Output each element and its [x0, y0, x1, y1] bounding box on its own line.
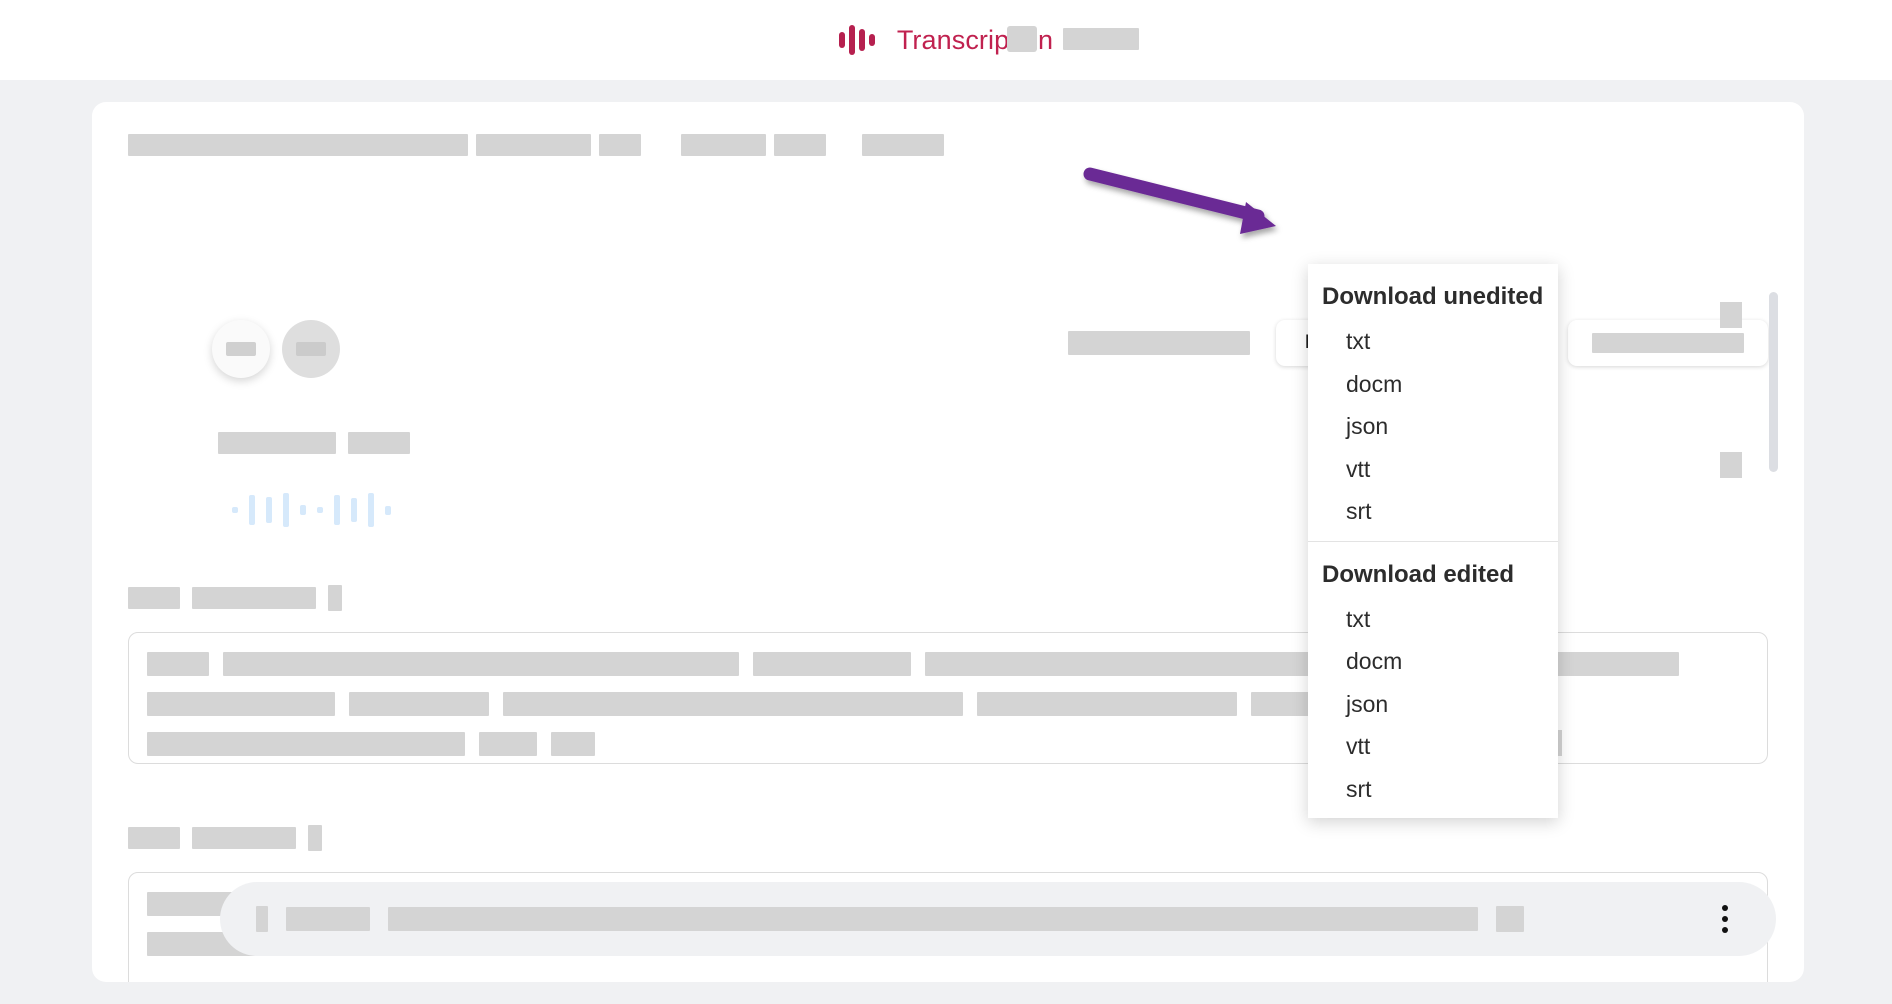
transcript-token	[349, 692, 489, 716]
download-edited-json[interactable]: json	[1308, 683, 1558, 725]
download-dropdown-menu: Download unedited txt docm json vtt srt …	[1308, 264, 1558, 819]
transcript-token	[147, 732, 465, 756]
segment-speaker-redacted	[192, 827, 296, 849]
download-edited-srt[interactable]: srt	[1308, 768, 1558, 810]
toolbar-tertiary-button-label	[1592, 333, 1744, 353]
player-duration-redacted	[1496, 906, 1524, 932]
row-action-redacted	[1720, 452, 1742, 478]
play-button-label	[226, 342, 256, 356]
download-unedited-vtt[interactable]: vtt	[1308, 448, 1558, 490]
transcript-token	[1539, 652, 1679, 676]
speaker-name-redacted	[218, 432, 336, 454]
pause-button[interactable]	[282, 320, 340, 378]
header-redacted-block-1	[1007, 26, 1037, 52]
transcript-token	[479, 732, 537, 756]
dropdown-section-unedited: Download unedited txt docm json vtt srt	[1308, 264, 1558, 541]
transcript-token	[753, 652, 911, 676]
title-redacted-block	[128, 134, 468, 156]
segment-speaker-redacted	[192, 587, 316, 609]
dropdown-section-header: Download edited	[1322, 560, 1514, 588]
speaker-meta-redacted	[348, 432, 410, 454]
player-progress-redacted	[388, 907, 1478, 931]
header-redacted-group	[1007, 26, 1139, 52]
player-redacted-block	[256, 906, 268, 932]
title-redacted-block	[476, 134, 591, 156]
play-button[interactable]	[212, 320, 270, 378]
title-redacted-block	[862, 134, 944, 156]
transcript-token	[977, 692, 1237, 716]
audio-waveform-icon	[838, 23, 875, 57]
row-action-redacted	[1720, 302, 1742, 328]
download-edited-docm[interactable]: docm	[1308, 640, 1558, 682]
transcript-segment-heading	[128, 585, 342, 611]
speaker-label-row	[218, 432, 410, 454]
transcript-token	[503, 692, 963, 716]
download-unedited-docm[interactable]: docm	[1308, 363, 1558, 405]
transcript-segment-heading	[128, 825, 322, 851]
player-time-redacted	[286, 907, 370, 931]
segment-badge-redacted	[308, 825, 322, 851]
segment-timestamp-redacted	[128, 587, 180, 609]
title-redacted-block	[774, 134, 826, 156]
download-edited-txt[interactable]: txt	[1308, 598, 1558, 640]
dropdown-section-edited: Download edited txt docm json vtt srt	[1308, 540, 1558, 819]
segment-timestamp-redacted	[128, 827, 180, 849]
pause-button-label	[296, 342, 326, 356]
download-edited-vtt[interactable]: vtt	[1308, 725, 1558, 767]
download-unedited-txt[interactable]: txt	[1308, 320, 1558, 362]
title-redacted-block	[599, 134, 641, 156]
download-unedited-json[interactable]: json	[1308, 405, 1558, 447]
header-redacted-block-2	[1063, 28, 1139, 50]
app-header: Transcription	[0, 0, 1892, 80]
dropdown-section-header: Download unedited	[1322, 283, 1544, 310]
document-title-row	[128, 134, 952, 156]
download-unedited-srt[interactable]: srt	[1308, 490, 1558, 532]
transcript-line	[147, 732, 595, 756]
vertical-scrollbar[interactable]	[1769, 292, 1778, 472]
transcript-token	[147, 652, 209, 676]
toolbar-redacted-status	[1068, 331, 1250, 355]
segment-badge-redacted	[328, 585, 342, 611]
kebab-menu-icon[interactable]	[1710, 904, 1740, 934]
audio-waveform-visualization[interactable]	[232, 490, 391, 530]
transcript-token	[223, 652, 739, 676]
audio-player-bar	[220, 882, 1776, 956]
transcript-token	[551, 732, 595, 756]
title-redacted-block	[681, 134, 766, 156]
transcript-token	[147, 692, 335, 716]
